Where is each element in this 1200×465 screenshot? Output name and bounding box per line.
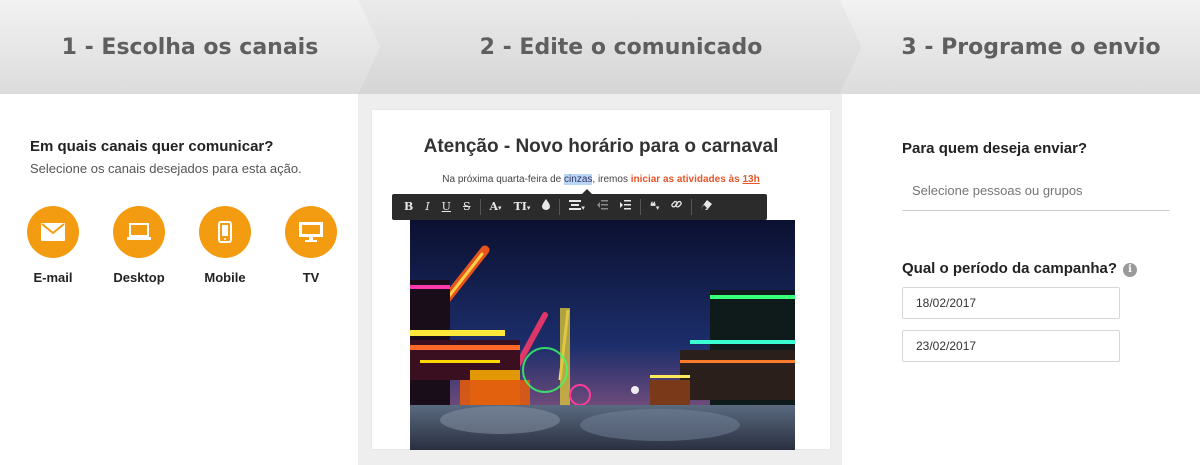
- channel-email-circle[interactable]: [27, 206, 79, 258]
- carnival-photo[interactable]: [410, 220, 795, 450]
- channels-panel: Em quais canais quer comunicar? Selecion…: [0, 94, 358, 465]
- channels-question: Em quais canais quer comunicar?: [30, 138, 274, 155]
- text-size-label: TI: [513, 200, 527, 213]
- font-color-button[interactable]: A▾: [484, 194, 508, 220]
- message-emphasis: iniciar as atividades às: [630, 174, 743, 185]
- step-2-edit-message[interactable]: 2 - Edite o comunicado: [358, 0, 862, 94]
- recipients-search-input[interactable]: [902, 171, 1170, 211]
- step-3-schedule-send[interactable]: 3 - Programe o envio: [840, 0, 1200, 94]
- channel-options: E-mail Desktop Mobile TV: [22, 206, 342, 286]
- recipients-question: Para quem deseja enviar?: [902, 140, 1088, 157]
- outdent-button[interactable]: [591, 194, 614, 220]
- chevron-down-icon: ▾: [498, 203, 502, 212]
- clear-format-button[interactable]: [695, 194, 718, 220]
- channel-tv[interactable]: TV: [266, 206, 356, 285]
- channel-mobile-label: Mobile: [204, 270, 246, 285]
- message-title[interactable]: Atenção - Novo horário para o carnaval: [372, 136, 830, 158]
- step-1-choose-channels[interactable]: 1 - Escolha os canais: [0, 0, 380, 94]
- channel-tv-circle[interactable]: [285, 206, 337, 258]
- step-progress-bar: 1 - Escolha os canais 2 - Edite o comuni…: [0, 0, 1200, 94]
- step-3-label: 3 - Programe o envio: [901, 34, 1161, 60]
- align-button[interactable]: ▾: [563, 194, 591, 220]
- toolbar-divider: [559, 199, 561, 215]
- link-icon: [671, 200, 683, 208]
- period-question: Qual o período da campanha?: [902, 260, 1118, 277]
- message-body-part2: , iremos: [592, 174, 631, 185]
- channel-desktop-circle[interactable]: [113, 206, 165, 258]
- align-center-icon: [569, 200, 582, 210]
- message-body-part1: Na próxima quarta-feira de: [442, 174, 565, 185]
- channel-desktop-label: Desktop: [113, 270, 165, 285]
- font-color-label: A: [489, 200, 499, 213]
- channel-email-label: E-mail: [33, 270, 73, 285]
- formatting-toolbar: B I U S A▾ TI▾ ▾ ❝▾: [392, 189, 767, 220]
- bold-button[interactable]: B: [398, 194, 419, 220]
- underline-button[interactable]: U: [436, 194, 457, 220]
- step-2-label: 2 - Edite o comunicado: [479, 34, 763, 60]
- selected-text[interactable]: cinzas: [564, 174, 593, 185]
- laptop-icon: [127, 223, 151, 240]
- channel-tv-label: TV: [302, 270, 320, 285]
- text-size-button[interactable]: TI▾: [508, 194, 537, 220]
- eraser-icon: [701, 200, 713, 210]
- ink-drop-button[interactable]: [536, 194, 556, 220]
- start-date-field[interactable]: 18/02/2017: [902, 287, 1120, 319]
- step-1-label: 1 - Escolha os canais: [61, 34, 319, 60]
- schedule-panel: Para quem deseja enviar? Qual o período …: [842, 94, 1200, 465]
- toolbar-caret: [582, 189, 592, 194]
- strikethrough-button[interactable]: S: [457, 194, 477, 220]
- message-card: Atenção - Novo horário para o carnaval N…: [372, 110, 830, 450]
- toolbar-divider: [691, 199, 693, 215]
- monitor-icon: [299, 222, 323, 242]
- chevron-down-icon: ▾: [526, 203, 531, 212]
- end-date-field[interactable]: 23/02/2017: [902, 330, 1120, 362]
- period-question-row: Qual o período da campanha? i: [902, 260, 1138, 277]
- message-time-link[interactable]: 13h: [742, 174, 759, 185]
- channels-subtitle: Selecione os canais desejados para esta …: [30, 161, 302, 176]
- message-body[interactable]: Na próxima quarta-feira de cinzas, iremo…: [372, 174, 830, 185]
- editor-panel: Atenção - Novo horário para o carnaval N…: [358, 94, 842, 465]
- chevron-down-icon: ▾: [581, 204, 585, 212]
- channel-desktop[interactable]: Desktop: [94, 206, 184, 285]
- outdent-icon: [596, 200, 608, 210]
- chevron-down-icon: ▾: [655, 203, 660, 212]
- channel-email[interactable]: E-mail: [8, 206, 98, 285]
- italic-button[interactable]: I: [419, 194, 435, 220]
- info-icon[interactable]: i: [1123, 263, 1138, 277]
- link-button[interactable]: [665, 194, 688, 220]
- channel-mobile[interactable]: Mobile: [180, 206, 270, 285]
- carnival-photo-image: [410, 220, 795, 450]
- ink-drop-icon: [542, 199, 551, 210]
- indent-icon: [619, 200, 631, 210]
- channel-mobile-circle[interactable]: [199, 206, 251, 258]
- quote-button[interactable]: ❝▾: [644, 194, 665, 220]
- smartphone-icon: [218, 221, 232, 243]
- toolbar-divider: [639, 199, 641, 215]
- toolbar-divider: [479, 199, 481, 215]
- envelope-icon: [41, 223, 65, 241]
- indent-button[interactable]: [614, 194, 637, 220]
